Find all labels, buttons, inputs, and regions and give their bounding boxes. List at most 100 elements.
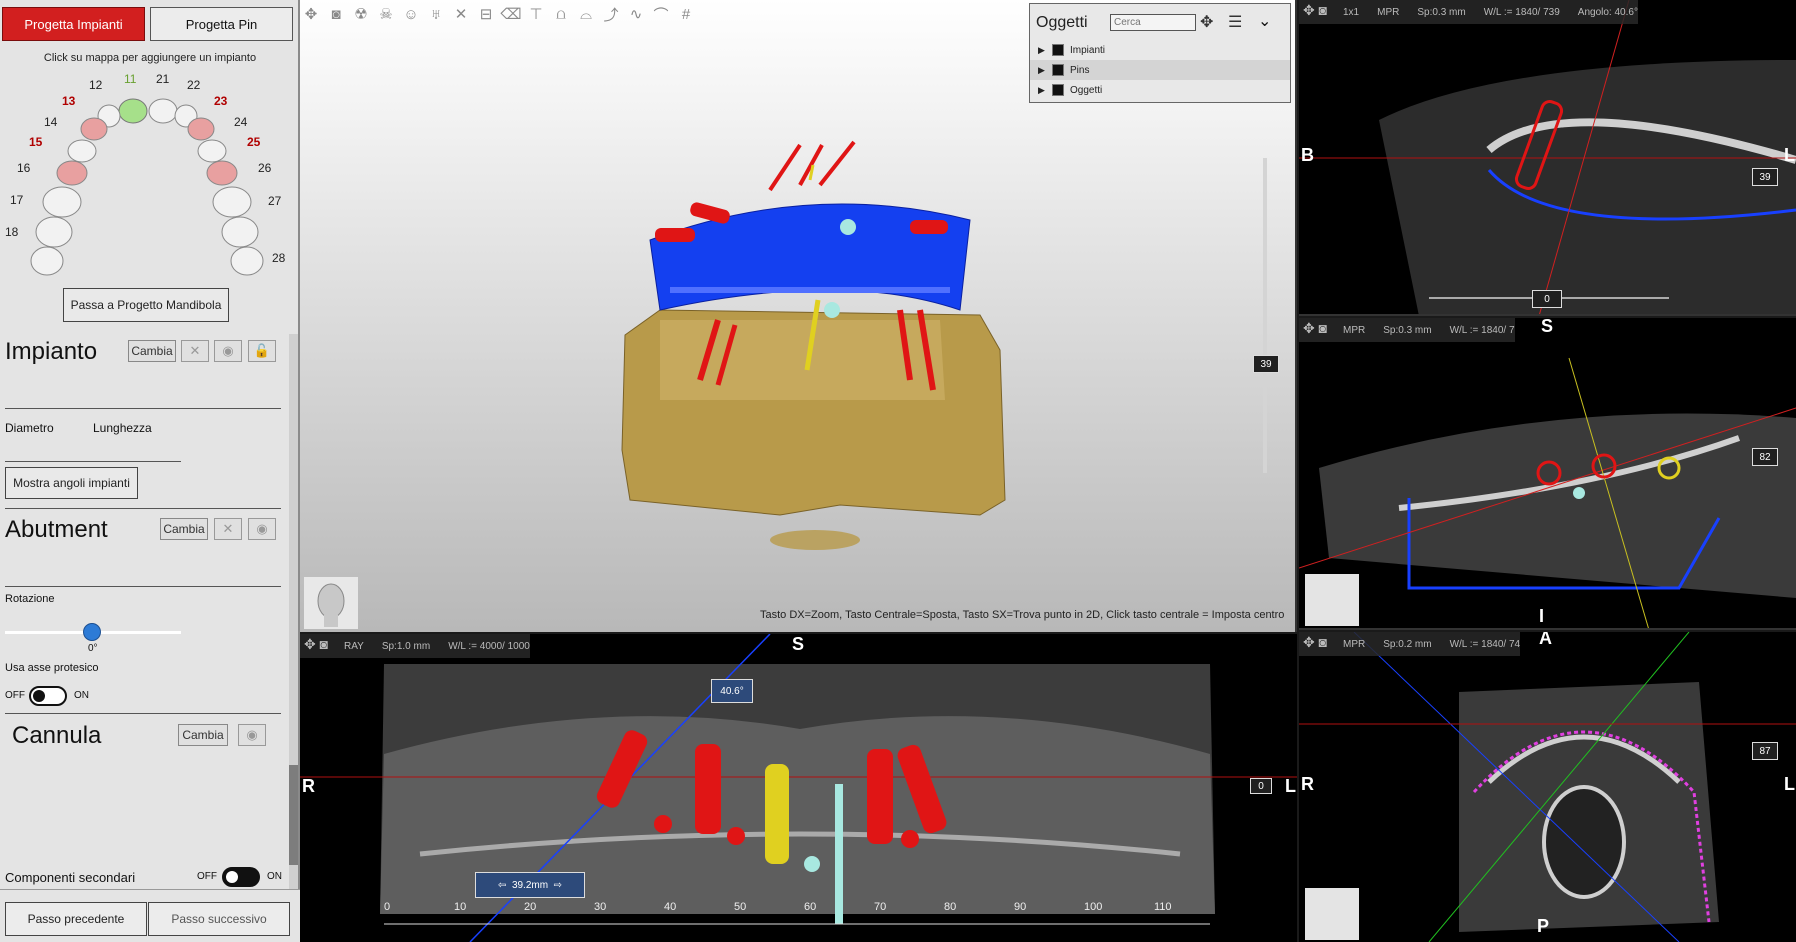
impianto-delete-icon[interactable]: ✕ (181, 340, 209, 362)
abutment-delete-icon[interactable]: ✕ (214, 518, 242, 540)
oggetti-panel: Oggetti ✥ ☰ ⌄ ▶ Impianti ▶ Pins ▶ Oggetti (1029, 3, 1291, 103)
rotazione-slider-knob[interactable] (83, 623, 101, 641)
tooth-17[interactable] (35, 216, 73, 248)
mpr-view-bottom[interactable]: MPR Sp:0.2 mm W/L := 1840/ 74 ✥ ◙ A R L … (1299, 632, 1796, 942)
tooth-icon[interactable]: ♅ (425, 2, 447, 26)
oggetti-row-pins[interactable]: ▶ Pins (1030, 60, 1290, 80)
tooth-label-16: 16 (17, 161, 31, 175)
abutment-cambia-button[interactable]: Cambia (160, 518, 208, 540)
componenti-on-label: ON (267, 871, 282, 882)
mpr-view-top[interactable]: 1x1 MPR Sp:0.3 mm W/L := 1840/ 739 Angol… (1299, 0, 1796, 316)
cannula-cambia-button[interactable]: Cambia (178, 724, 228, 746)
tooth-map[interactable]: 11 12 13 14 15 16 17 18 21 22 23 24 25 2… (0, 66, 300, 286)
tab-progetta-impianti[interactable]: Progetta Impianti (2, 7, 145, 41)
tooth-16[interactable] (42, 186, 82, 218)
chevron-down-icon[interactable]: ⌄ (1258, 11, 1271, 31)
tooth-27[interactable] (221, 216, 259, 248)
tooth-label-12: 12 (89, 78, 103, 92)
nerve-icon[interactable]: ⤴ (600, 2, 622, 26)
3d-slice-slider[interactable] (1263, 158, 1267, 473)
expand-icon[interactable]: ▶ (1038, 45, 1052, 56)
mpr-mid-image (1299, 357, 1796, 628)
face-icon[interactable]: ☺ (400, 2, 422, 26)
close-icon[interactable]: ✕ (450, 2, 472, 26)
head-orientation-icon[interactable] (304, 577, 358, 629)
grid-icon[interactable]: # (675, 2, 697, 26)
rotazione-value: 0° (88, 643, 98, 654)
passo-precedente-button[interactable]: Passo precedente (5, 902, 147, 936)
tab-progetta-pin[interactable]: Progetta Pin (150, 7, 293, 41)
oggetti-search-input[interactable] (1110, 14, 1196, 31)
tooth-28[interactable] (230, 246, 264, 276)
pano-orient-s: S (792, 634, 805, 654)
checkbox-icon[interactable] (1052, 64, 1064, 76)
oggetti-row-label: Impianti (1070, 44, 1106, 56)
head-orientation-icon[interactable] (1305, 888, 1359, 940)
skull-icon[interactable]: ☠ (375, 2, 397, 26)
componenti-toggle[interactable] (222, 867, 260, 887)
mpr-mid-orient-i: I (1539, 606, 1545, 626)
tooth-25[interactable] (206, 160, 238, 186)
radiation-icon[interactable]: ☢ (350, 2, 372, 26)
usa-asse-on-label: ON (74, 690, 89, 701)
list-icon[interactable]: ☰ (1228, 12, 1242, 32)
mostra-angoli-button[interactable]: Mostra angoli impianti (5, 467, 138, 499)
tooth-label-22: 22 (187, 78, 201, 92)
tooth-21[interactable] (148, 98, 178, 124)
arrow-right-icon[interactable]: ⇨ (554, 880, 562, 891)
3d-model[interactable] (600, 140, 1020, 570)
mpr-bot-orient-p: P (1537, 916, 1550, 936)
move-icon[interactable]: ✥ (1200, 12, 1213, 32)
mpr-top-tool-icons[interactable]: ✥ ◙ (1303, 2, 1327, 19)
upper-arch[interactable] (30, 98, 264, 276)
cannula-visibility-icon[interactable]: ◉ (238, 724, 266, 746)
curve-icon[interactable]: ∿ (625, 2, 647, 26)
toolbar-3d: ✥ ◙ ☢ ☠ ☺ ♅ ✕ ⊟ ⌫ ⊤ ⩍ ⌓ ⤴ ∿ ⌒ # (300, 2, 697, 28)
passa-mandibola-button[interactable]: Passa a Progetto Mandibola (63, 288, 229, 322)
impianto-lock-icon[interactable]: 🔓 (248, 340, 276, 362)
impianto-cambia-button[interactable]: Cambia (128, 340, 176, 362)
head-orientation-icon[interactable] (1305, 574, 1359, 626)
tooth-23[interactable] (187, 117, 215, 141)
oggetti-row-oggetti[interactable]: ▶ Oggetti (1030, 80, 1290, 100)
eraser-icon[interactable]: ⌫ (500, 2, 522, 26)
mpr-bot-image (1299, 632, 1796, 942)
tooth-24[interactable] (197, 139, 227, 163)
properties-scroll-thumb[interactable] (289, 765, 298, 865)
tooth-14[interactable] (67, 139, 97, 163)
oggetti-row-impianti[interactable]: ▶ Impianti (1030, 40, 1290, 60)
impianto-visibility-icon[interactable]: ◉ (214, 340, 242, 362)
spline-icon[interactable]: ⌒ (650, 2, 672, 26)
mpr-mid-tool-icons[interactable]: ✥ ◙ (1303, 320, 1327, 337)
mpr-bot-tool-icons[interactable]: ✥ ◙ (1303, 634, 1327, 651)
mpr-view-middle[interactable]: MPR Sp:0.3 mm W/L := 1840/ 7 ✥ ◙ S I 82 (1299, 318, 1796, 630)
pano-tool-icons[interactable]: ✥ ◙ (304, 636, 328, 653)
tooth-26[interactable] (212, 186, 252, 218)
checkbox-icon[interactable] (1052, 84, 1064, 96)
crown-icon[interactable]: ⩍ (550, 2, 572, 26)
tooth-18[interactable] (30, 246, 64, 276)
arch-icon[interactable]: ⌓ (575, 2, 597, 26)
pin (768, 143, 802, 192)
usa-asse-toggle[interactable] (29, 686, 67, 706)
abutment-visibility-icon[interactable]: ◉ (248, 518, 276, 540)
implant-icon[interactable]: ⊤ (525, 2, 547, 26)
camera-icon[interactable]: ◙ (325, 2, 347, 26)
mpr-top-window-level: W/L := 1840/ 739 (1483, 6, 1560, 18)
tooth-15[interactable] (56, 160, 88, 186)
tooth-11[interactable] (118, 98, 148, 124)
panoramic-view[interactable]: RAY Sp:1.0 mm W/L := 4000/ 1000 ✥ ◙ S R … (300, 634, 1297, 942)
move-icon[interactable]: ✥ (300, 2, 322, 26)
arrow-left-icon[interactable]: ⇦ (498, 880, 506, 891)
passo-successivo-button[interactable]: Passo successivo (148, 902, 290, 936)
expand-icon[interactable]: ▶ (1038, 85, 1052, 96)
tooth-13[interactable] (80, 117, 108, 141)
impianto-title: Impianto (5, 338, 98, 365)
expand-icon[interactable]: ▶ (1038, 65, 1052, 76)
mpr-bot-mode: MPR (1343, 638, 1366, 650)
tooth-label-25: 25 (247, 135, 261, 149)
mpr-top-zoom: 1x1 (1343, 6, 1360, 18)
measure-icon[interactable]: ⊟ (475, 2, 497, 26)
checkbox-icon[interactable] (1052, 44, 1064, 56)
pano-distance-label[interactable]: ⇦ 39.2mm ⇨ (475, 872, 585, 898)
